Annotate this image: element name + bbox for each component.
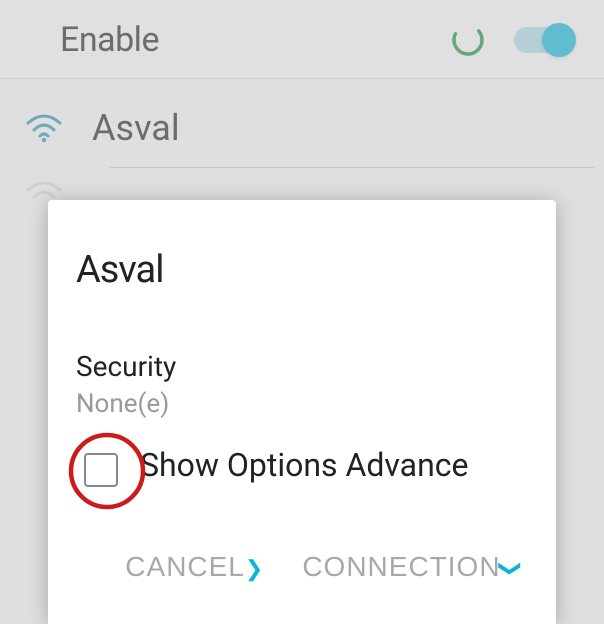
dialog-title: Asval bbox=[76, 248, 528, 292]
connect-button[interactable]: CONNECTION❯ bbox=[302, 551, 520, 583]
cancel-button-label: CANCEL bbox=[125, 551, 245, 582]
dialog-button-row: CANCEL❯ CONNECTION❯ bbox=[76, 551, 528, 583]
show-advanced-row[interactable]: Show Options Advance bbox=[76, 447, 528, 487]
show-advanced-label: Show Options Advance bbox=[140, 447, 468, 484]
cancel-button[interactable]: CANCEL❯ bbox=[125, 551, 264, 583]
caret-icon: ❯ bbox=[245, 556, 264, 582]
security-label: Security bbox=[76, 350, 528, 383]
show-advanced-checkbox[interactable] bbox=[84, 453, 118, 487]
security-value: None(e) bbox=[76, 389, 528, 419]
wifi-connect-dialog: Asval Security None(e) Show Options Adva… bbox=[48, 200, 556, 624]
caret-icon: ❯ bbox=[497, 559, 523, 578]
connect-button-label: CONNECTION bbox=[302, 551, 500, 582]
